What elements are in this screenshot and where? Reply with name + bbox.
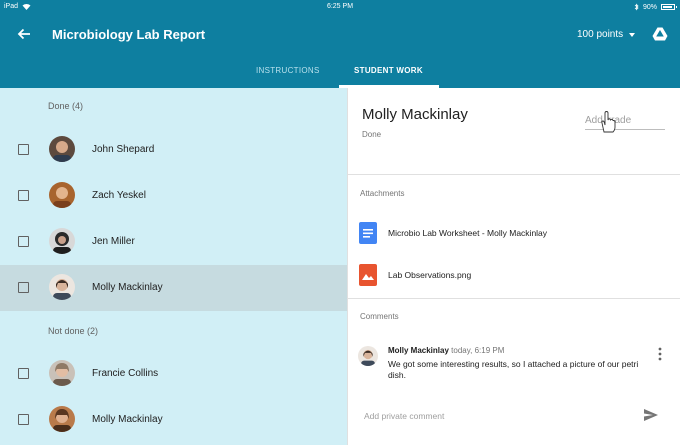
comment-author: Molly Mackinlay xyxy=(388,346,449,355)
send-comment-button[interactable] xyxy=(642,406,660,424)
student-row-molly-mackinlay-2[interactable]: Molly Mackinlay xyxy=(0,397,347,443)
submission-detail: Molly Mackinlay Done Attachments Microbi… xyxy=(347,88,680,445)
comment-text: We got some interesting results, so I at… xyxy=(388,359,639,380)
student-checkbox[interactable] xyxy=(18,190,29,201)
student-row-zach-yeskel[interactable]: Zach Yeskel xyxy=(0,173,347,219)
done-section-label: Done (4) xyxy=(48,101,84,111)
divider xyxy=(348,298,680,299)
attachment-label: Microbio Lab Worksheet - Molly Mackinlay xyxy=(388,228,548,238)
student-name: Molly Mackinlay xyxy=(92,414,163,425)
avatar xyxy=(49,406,75,432)
divider xyxy=(348,174,680,175)
caret-down-icon xyxy=(629,32,636,37)
arrow-back-icon xyxy=(17,28,30,40)
page-title: Microbiology Lab Report xyxy=(52,27,206,42)
attachment-image[interactable]: Lab Observations.png xyxy=(348,258,680,292)
avatar xyxy=(49,136,75,162)
attachment-worksheet[interactable]: Microbio Lab Worksheet - Molly Mackinlay xyxy=(348,216,680,250)
status-bar: iPad 6:25 PM 90% xyxy=(0,0,680,14)
grade-field[interactable] xyxy=(585,110,665,130)
send-icon xyxy=(644,409,658,421)
drive-button[interactable] xyxy=(652,26,668,42)
student-name: Molly Mackinlay xyxy=(92,282,163,293)
student-checkbox[interactable] xyxy=(18,144,29,155)
battery-icon xyxy=(661,4,677,10)
student-row-john-shepard[interactable]: John Shepard xyxy=(0,127,347,173)
student-checkbox[interactable] xyxy=(18,282,29,293)
tab-bar: INSTRUCTIONS STUDENT WORK xyxy=(0,60,680,88)
student-row-molly-mackinlay[interactable]: Molly Mackinlay xyxy=(0,265,347,311)
image-icon xyxy=(359,264,377,286)
avatar xyxy=(358,346,378,366)
avatar xyxy=(49,228,75,254)
points-dropdown[interactable]: 100 points xyxy=(577,29,636,40)
attachment-label: Lab Observations.png xyxy=(388,270,472,280)
student-name: John Shepard xyxy=(92,144,155,155)
student-row-jen-miller[interactable]: Jen Miller xyxy=(0,219,347,265)
student-list: Done (4) John Shepard Zach Yeskel Jen Mi… xyxy=(0,88,347,445)
student-name: Zach Yeskel xyxy=(92,190,146,201)
comment-header: Molly Mackinlay today, 6:19 PM xyxy=(388,346,504,355)
avatar xyxy=(49,182,75,208)
comments-label: Comments xyxy=(360,312,399,321)
points-label: 100 points xyxy=(577,29,624,40)
app-bar: Microbiology Lab Report 100 points INSTR… xyxy=(0,14,680,88)
attachments-label: Attachments xyxy=(360,189,405,198)
student-name: Francie Collins xyxy=(92,368,159,379)
grade-input[interactable] xyxy=(585,115,665,126)
student-checkbox[interactable] xyxy=(18,368,29,379)
avatar xyxy=(49,274,75,300)
doc-icon xyxy=(359,222,377,244)
submission-status: Done xyxy=(362,130,382,139)
back-button[interactable] xyxy=(14,24,34,44)
student-name: Jen Miller xyxy=(92,236,135,247)
more-vert-icon xyxy=(658,347,662,361)
status-time: 6:25 PM xyxy=(326,3,354,10)
student-row-francie-collins[interactable]: Francie Collins xyxy=(0,351,347,397)
student-checkbox[interactable] xyxy=(18,236,29,247)
hand-cursor-icon xyxy=(601,111,616,133)
not-done-section-label: Not done (2) xyxy=(48,326,99,336)
tab-instructions[interactable]: INSTRUCTIONS xyxy=(256,66,320,75)
comment-more-button[interactable] xyxy=(655,346,665,362)
bluetooth-icon xyxy=(634,3,639,11)
battery-percent: 90% xyxy=(642,3,657,11)
avatar xyxy=(49,360,75,386)
comment-time: today, 6:19 PM xyxy=(451,346,505,355)
drive-icon xyxy=(652,27,668,41)
tab-student-work[interactable]: STUDENT WORK xyxy=(354,66,423,75)
selected-student-name: Molly Mackinlay xyxy=(362,106,468,123)
private-comment-input[interactable] xyxy=(364,411,624,421)
student-checkbox[interactable] xyxy=(18,414,29,425)
